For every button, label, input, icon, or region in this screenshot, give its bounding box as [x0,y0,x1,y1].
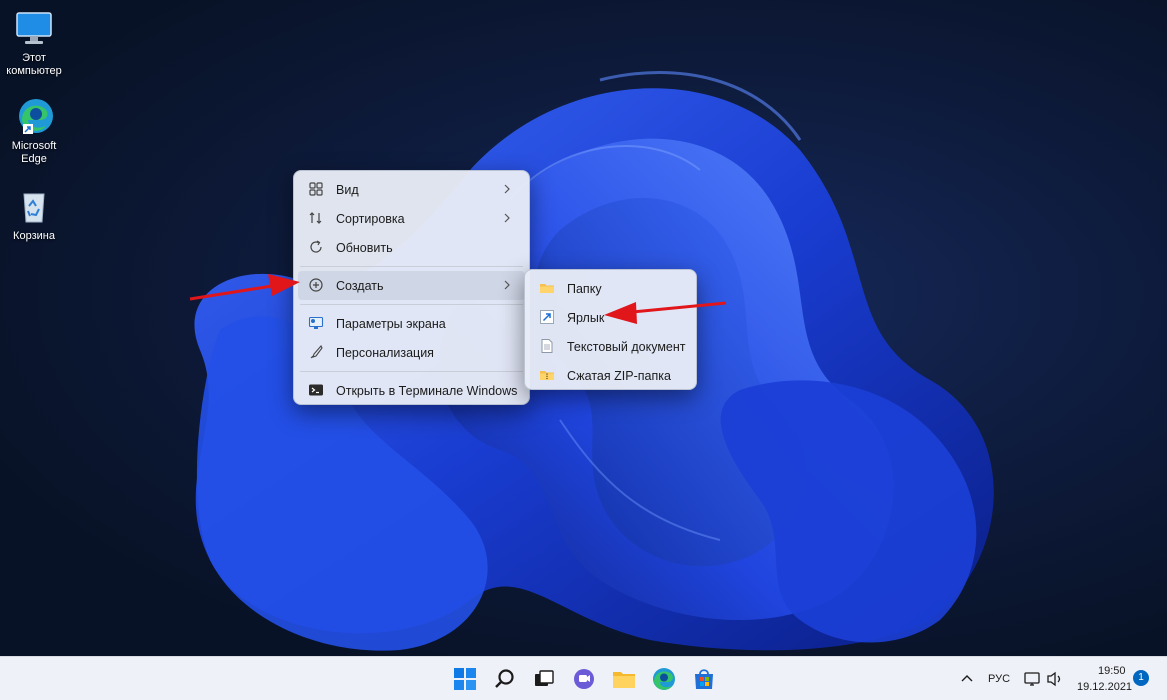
file-explorer-button[interactable] [610,665,638,693]
folder-icon [539,280,555,296]
network-monitor-icon [1024,672,1040,686]
submenu-item-shortcut[interactable]: Ярлык [529,303,692,332]
submenu-item-label: Сжатая ZIP-папка [567,368,671,383]
menu-item-sort[interactable]: Сортировка [298,204,525,233]
chat-icon [574,669,594,689]
edge-icon [14,96,54,136]
desktop-icon-label: Корзина [13,230,55,242]
submenu-item-label: Текстовый документ [567,339,686,354]
menu-item-label: Сортировка [336,211,405,226]
language-indicator[interactable]: РУС [988,673,1010,685]
display-settings-icon [308,315,324,331]
volume-icon [1047,671,1061,687]
menu-item-label: Вид [336,182,359,197]
taskbar: РУС 19:50 19.12.2021 1 [0,656,1167,700]
chevron-up-icon [961,675,973,682]
clock-date[interactable]: 19.12.2021 [1077,681,1132,693]
task-view-button[interactable] [530,665,558,693]
desktop-context-menu: Вид Сортировка Обновить Создать Параметр… [293,170,530,405]
chevron-right-icon [501,212,513,224]
menu-item-display-settings[interactable]: Параметры экрана [298,309,525,338]
start-button[interactable] [451,665,479,693]
desktop-icon-label: Microsoft Edge [11,140,57,165]
edge-button[interactable] [650,665,678,693]
monitor-icon [14,8,54,48]
menu-item-view[interactable]: Вид [298,175,525,204]
brush-icon [308,344,324,360]
menu-item-refresh[interactable]: Обновить [298,233,525,262]
start-icon [454,668,476,690]
edge-icon [653,668,675,690]
create-plus-icon [308,277,324,293]
notification-count: 1 [1138,672,1144,683]
search-icon [495,669,514,688]
menu-item-label: Параметры экрана [336,316,446,331]
volume-button[interactable] [1044,665,1066,693]
shortcut-arrow-icon [539,309,555,325]
store-icon [695,669,713,689]
menu-item-label: Открыть в Терминале Windows [336,383,518,398]
submenu-item-text-document[interactable]: Текстовый документ [529,332,692,361]
desktop-icon-this-pc[interactable]: Этот компьютер [2,8,66,78]
chevron-right-icon [501,183,513,195]
create-submenu: Папку Ярлык Текстовый документ Сжатая ZI… [524,269,697,390]
text-document-icon [539,338,555,354]
desktop-icon-label: Этот компьютер [6,52,62,77]
submenu-item-folder[interactable]: Папку [529,274,692,303]
file-explorer-icon [613,672,635,688]
desktop-icon-edge[interactable]: Microsoft Edge [2,96,66,166]
notification-badge[interactable]: 1 [1133,670,1149,686]
search-button[interactable] [491,665,519,693]
task-view-icon [535,670,554,686]
submenu-item-label: Ярлык [567,310,605,325]
sort-icon [308,210,324,226]
menu-separator [300,304,523,305]
clock-time[interactable]: 19:50 [1098,665,1126,677]
network-button[interactable] [1022,665,1044,693]
recycle-bin-icon [14,186,54,226]
chevron-right-icon [501,279,513,291]
view-grid-icon [308,181,324,197]
submenu-item-label: Папку [567,281,602,296]
show-hidden-icons-button[interactable] [955,665,979,693]
zip-folder-icon [539,367,555,383]
desktop-icon-recycle-bin[interactable]: Корзина [2,186,66,243]
menu-separator [300,371,523,372]
menu-separator [300,266,523,267]
menu-item-personalization[interactable]: Персонализация [298,338,525,367]
terminal-icon [308,382,324,398]
menu-item-label: Создать [336,278,384,293]
store-button[interactable] [690,665,718,693]
refresh-icon [308,239,324,255]
menu-item-open-terminal[interactable]: Открыть в Терминале Windows [298,376,525,405]
menu-item-create[interactable]: Создать [298,271,525,300]
chat-button[interactable] [570,665,598,693]
menu-item-label: Персонализация [336,345,434,360]
submenu-item-zip-folder[interactable]: Сжатая ZIP-папка [529,361,692,390]
menu-item-label: Обновить [336,240,393,255]
